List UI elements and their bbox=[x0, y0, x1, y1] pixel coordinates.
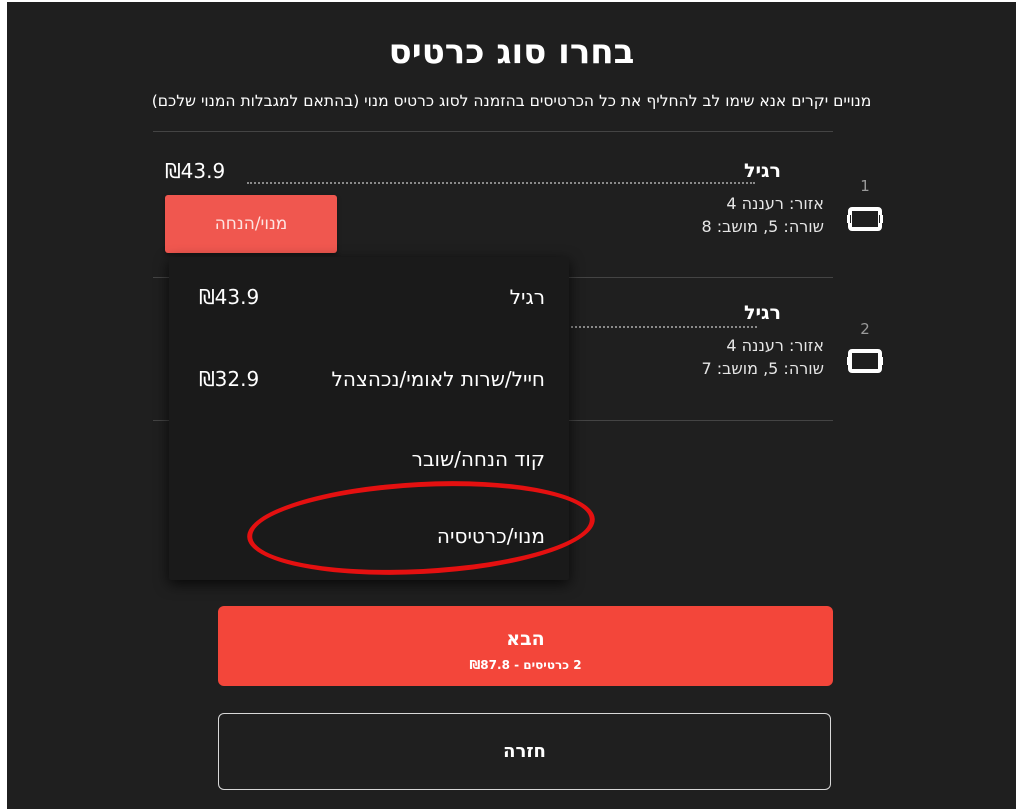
back-button[interactable]: חזרה bbox=[218, 713, 831, 790]
ticket-type: רגיל bbox=[743, 302, 781, 324]
option-label: קוד הנחה/שובר bbox=[411, 447, 545, 471]
ticket-type-dropdown: רגיל ₪43.9 חייל/שרות לאומי/נכהצהל ₪32.9 … bbox=[169, 257, 569, 580]
option-price: ₪32.9 bbox=[199, 367, 260, 391]
dropdown-option-discount-code[interactable]: קוד הנחה/שובר bbox=[169, 447, 569, 487]
next-button-label: הבא bbox=[506, 628, 545, 650]
ticket-type-page: בחרו סוג כרטיס מנויים יקרים אנא שימו לב … bbox=[7, 2, 1016, 809]
dropdown-option-soldier[interactable]: חייל/שרות לאומי/נכהצהל ₪32.9 bbox=[169, 367, 569, 407]
order-summary: 2 כרטיסים - ₪87.8 bbox=[469, 658, 582, 672]
ticket-area: אזור: רעננה 4 bbox=[726, 336, 824, 355]
dropdown-option-regular[interactable]: רגיל ₪43.9 bbox=[169, 285, 569, 325]
ticket-seat: שורה: 5, מושב: 7 bbox=[701, 359, 825, 378]
option-price: ₪43.9 bbox=[199, 285, 260, 309]
page-title: בחרו סוג כרטיס bbox=[388, 32, 635, 72]
ticket-type: רגיל bbox=[743, 160, 781, 182]
ticket-area: אזור: רעננה 4 bbox=[726, 194, 824, 213]
ticket-index: 2 bbox=[860, 320, 870, 338]
ticket-icon bbox=[847, 207, 883, 231]
option-label: רגיל bbox=[509, 285, 545, 309]
subscriber-notice: מנויים יקרים אנא שימו לב להחליף את כל הכ… bbox=[151, 92, 872, 110]
option-label: מנוי/כרטיסיה bbox=[436, 524, 545, 548]
option-label: חייל/שרות לאומי/נכהצהל bbox=[331, 367, 545, 391]
next-button[interactable]: הבא 2 כרטיסים - ₪87.8 bbox=[218, 606, 833, 686]
ticket-price: ₪43.9 bbox=[165, 159, 226, 183]
ticket-index: 1 bbox=[860, 177, 870, 195]
dropdown-option-subscription[interactable]: מנוי/כרטיסיה bbox=[169, 524, 569, 564]
ticket-seat: שורה: 5, מושב: 8 bbox=[701, 217, 825, 236]
discount-dropdown-button[interactable]: מנוי/הנחה bbox=[165, 195, 337, 253]
price-leader bbox=[247, 182, 755, 184]
divider bbox=[153, 131, 833, 132]
ticket-icon bbox=[847, 349, 883, 373]
price-leader bbox=[567, 326, 757, 328]
